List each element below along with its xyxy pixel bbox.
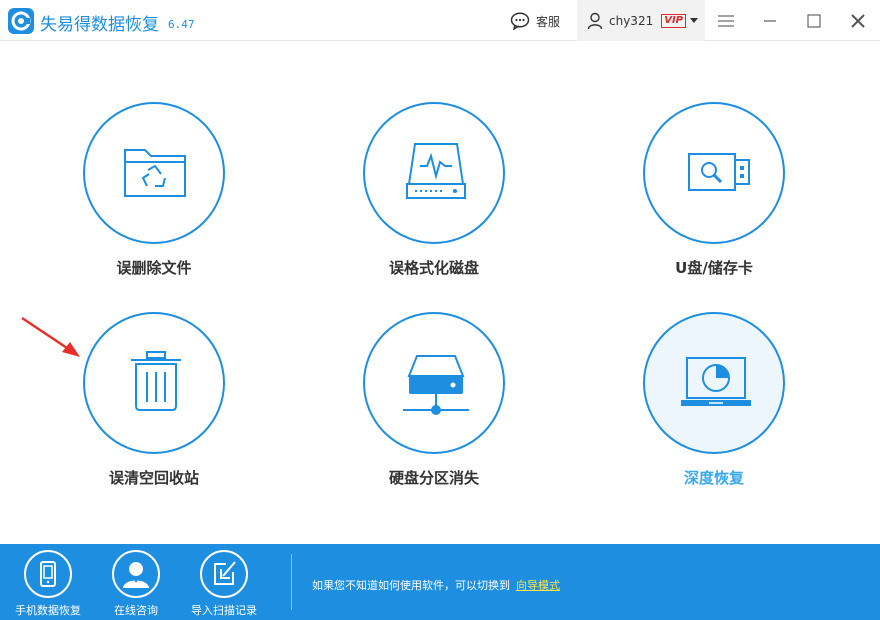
- user-account-menu[interactable]: chy321 VIP: [577, 0, 705, 41]
- import-icon: [200, 550, 248, 598]
- phone-icon: [24, 550, 72, 598]
- chevron-down-icon: [690, 18, 699, 23]
- guide-hint: 如果您不知道如何使用软件，可以切换到 向导模式: [312, 577, 560, 593]
- bottom-item-label: 导入扫描记录: [191, 604, 257, 617]
- menu-button[interactable]: [713, 8, 739, 34]
- user-icon: [587, 12, 603, 29]
- app-title: 失易得数据恢复: [40, 15, 159, 35]
- phone-recovery-button[interactable]: 手机数据恢复: [3, 550, 93, 620]
- hard-drive-icon: [406, 143, 466, 199]
- tile-recycle-bin[interactable]: 误清空回收站: [74, 312, 234, 512]
- online-consult-button[interactable]: 在线咨询: [91, 550, 181, 620]
- tile-label: 误删除文件: [116, 259, 192, 277]
- vip-badge: VIP: [661, 13, 687, 28]
- bottom-bar: 手机数据恢复 在线咨询 导入扫描记录 如果您不知道如何使用软件，可以切换到 向导模…: [0, 544, 880, 620]
- tile-circle: [363, 102, 505, 244]
- customer-service-button[interactable]: 客服: [510, 10, 560, 32]
- import-scan-record-button[interactable]: 导入扫描记录: [179, 550, 269, 620]
- chat-bubble-icon: [510, 12, 530, 30]
- close-icon: [851, 14, 865, 28]
- tile-label: 误清空回收站: [108, 469, 199, 487]
- tile-label: 误格式化磁盘: [388, 259, 479, 277]
- tile-deep-recovery[interactable]: 深度恢复: [634, 312, 794, 512]
- minimize-icon: [764, 20, 776, 22]
- bottom-item-label: 在线咨询: [114, 604, 158, 617]
- tile-label: 深度恢复: [683, 469, 744, 487]
- tile-label: 硬盘分区消失: [388, 469, 479, 487]
- usb-drive-icon: [688, 153, 750, 191]
- laptop-disk-icon: [681, 357, 751, 406]
- tile-deleted-files[interactable]: 误删除文件: [74, 102, 234, 302]
- customer-service-label: 客服: [536, 14, 561, 29]
- minimize-button[interactable]: [757, 8, 783, 34]
- title-bar: 失易得数据恢复 6.47 客服 chy321 VIP: [0, 0, 880, 41]
- tile-label: U盘/储存卡: [675, 259, 753, 277]
- wizard-mode-link[interactable]: 向导模式: [516, 579, 560, 592]
- divider: [291, 554, 292, 610]
- maximize-button[interactable]: [801, 8, 827, 34]
- tile-formatted-disk[interactable]: 误格式化磁盘: [354, 102, 514, 302]
- folder-recycle-icon: [124, 149, 186, 197]
- app-logo-icon: [8, 8, 34, 34]
- tile-circle: [83, 312, 225, 454]
- tile-circle: [363, 312, 505, 454]
- trash-bin-icon: [131, 351, 181, 411]
- arrow-annotation-icon: [21, 316, 80, 357]
- tile-usb-card[interactable]: U盘/储存卡: [634, 102, 794, 302]
- tile-circle: [643, 312, 785, 454]
- bottom-item-label: 手机数据恢复: [15, 604, 81, 617]
- user-icon: [112, 550, 160, 598]
- tile-circle: [83, 102, 225, 244]
- app-version: 6.47: [168, 18, 195, 31]
- tile-lost-partition[interactable]: 硬盘分区消失: [354, 312, 514, 512]
- hamburger-icon: [718, 15, 734, 27]
- close-button[interactable]: [845, 8, 871, 34]
- username: chy321: [609, 13, 654, 28]
- network-drive-icon: [403, 355, 469, 415]
- maximize-icon: [807, 14, 821, 28]
- tile-circle: [643, 102, 785, 244]
- guide-hint-text: 如果您不知道如何使用软件，可以切换到: [312, 579, 510, 592]
